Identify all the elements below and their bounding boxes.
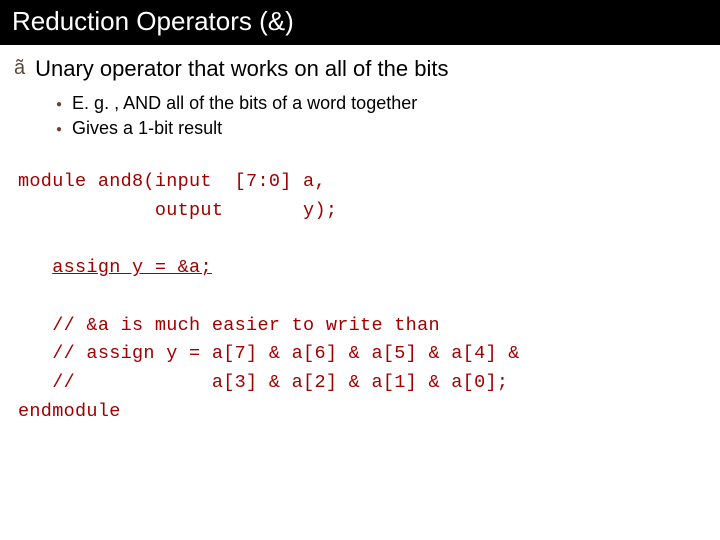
main-bullet-text: Unary operator that works on all of the … bbox=[35, 55, 448, 84]
list-item: ● Gives a 1-bit result bbox=[56, 117, 706, 140]
sub-bullet-list: ● E. g. , AND all of the bits of a word … bbox=[56, 92, 706, 141]
bullet-dot-icon: ● bbox=[56, 99, 62, 110]
code-line: // a[3] & a[2] & a[1] & a[0]; bbox=[18, 372, 508, 393]
code-line: module and8(input [7:0] a, bbox=[18, 171, 326, 192]
content-area: ã Unary operator that works on all of th… bbox=[0, 45, 720, 436]
bullet-marker-icon: ã bbox=[14, 55, 25, 81]
page-title: Reduction Operators (&) bbox=[12, 6, 294, 36]
list-item: ● E. g. , AND all of the bits of a word … bbox=[56, 92, 706, 115]
code-line-underline: assign y = &a; bbox=[52, 257, 212, 278]
code-line-prefix bbox=[18, 257, 52, 278]
code-line: endmodule bbox=[18, 401, 121, 422]
title-bar: Reduction Operators (&) bbox=[0, 0, 720, 45]
code-line: output y); bbox=[18, 200, 337, 221]
code-block: module and8(input [7:0] a, output y); as… bbox=[18, 168, 706, 426]
sub-bullet-text: Gives a 1-bit result bbox=[72, 117, 222, 140]
code-line: // &a is much easier to write than bbox=[18, 315, 440, 336]
code-line: // assign y = a[7] & a[6] & a[5] & a[4] … bbox=[18, 343, 520, 364]
sub-bullet-text: E. g. , AND all of the bits of a word to… bbox=[72, 92, 417, 115]
bullet-dot-icon: ● bbox=[56, 124, 62, 135]
main-bullet: ã Unary operator that works on all of th… bbox=[14, 55, 706, 84]
